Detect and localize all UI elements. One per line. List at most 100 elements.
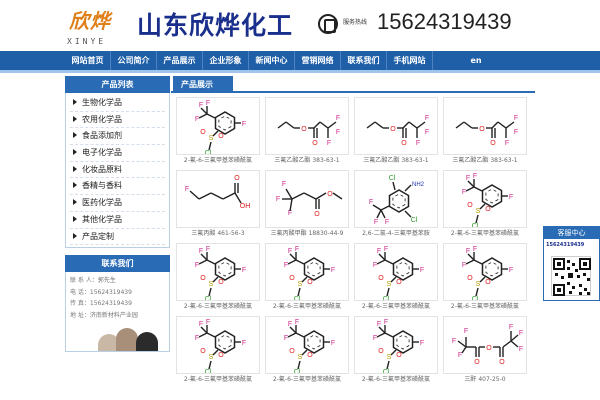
product-thumbnail[interactable]: F F F F S Cl O O — [176, 97, 260, 155]
product-caption[interactable]: 2-氟-6-三氟甲基苯磺酰氯 — [443, 301, 527, 313]
sidebar-category-item[interactable]: 其他化学品 — [70, 212, 165, 229]
product-thumbnail[interactable]: F F F F S Cl O O — [354, 243, 438, 301]
product-card[interactable]: F F F F S Cl O O 2-氟-6-三氟甲基苯磺酰氯 — [176, 97, 260, 167]
product-caption[interactable]: 三氟乙酸乙酯 383-63-1 — [265, 155, 349, 167]
nav-item[interactable]: 营销网络 — [295, 51, 341, 70]
sidebar-category-label: 其他化学品 — [82, 214, 122, 224]
svg-text:F: F — [384, 246, 388, 253]
product-thumbnail[interactable]: F F F F S Cl O O — [176, 316, 260, 374]
svg-text:Cl: Cl — [472, 223, 479, 228]
svg-text:O: O — [485, 206, 491, 213]
svg-text:F: F — [514, 115, 518, 122]
nav-item[interactable]: 联系我们 — [341, 51, 387, 70]
product-card[interactable]: O O F F F 三氟乙酸乙酯 383-63-1 — [265, 97, 349, 167]
product-card[interactable]: F F F F S Cl O O 2-氟-6-三氟甲基苯磺酰氯 — [176, 243, 260, 313]
product-card[interactable]: F F F F S Cl O O 2-氟-6-三氟甲基苯磺酰氯 — [354, 243, 438, 313]
sidebar-category-item[interactable]: 医药化学品 — [70, 195, 165, 212]
sidebar-category-item[interactable]: 香精与香料 — [70, 178, 165, 196]
product-card[interactable]: F F F O O O F F F 三酐 407-25-0 — [443, 316, 527, 386]
svg-text:Cl: Cl — [472, 296, 479, 301]
product-caption[interactable]: 三氟乙酸乙酯 383-63-1 — [354, 155, 438, 167]
product-caption[interactable]: 2-氟-6-三氟甲基苯磺酰氯 — [443, 228, 527, 240]
product-thumbnail[interactable]: F F F F S Cl O O — [443, 243, 527, 301]
product-card[interactable]: F F F F S Cl O O 2-氟-6-三氟甲基苯磺酰氯 — [354, 316, 438, 386]
product-caption[interactable]: 2-氟-6-三氟甲基苯磺酰氯 — [265, 301, 349, 313]
product-caption[interactable]: 2-氟-6-三氟甲基苯磺酰氯 — [354, 374, 438, 386]
product-caption[interactable]: 三酐 407-25-0 — [443, 374, 527, 386]
nav-item[interactable]: 网站首页 — [65, 51, 111, 70]
product-thumbnail[interactable]: F F F F S Cl O O — [176, 243, 260, 301]
product-caption[interactable]: 2-氟-6-三氟甲基苯磺酰氯 — [176, 374, 260, 386]
sidebar-category-item[interactable]: 农用化学品 — [70, 112, 165, 129]
sidebar-category-label: 产品定制 — [82, 231, 114, 241]
svg-text:Cl: Cl — [205, 369, 212, 374]
product-thumbnail[interactable]: OOFFF — [354, 97, 438, 155]
product-thumbnail[interactable]: FFFOOOFFF — [443, 316, 527, 374]
product-caption[interactable]: 2-氟-6-三氟甲基苯磺酰氯 — [354, 301, 438, 313]
product-card[interactable]: F F F F S Cl O O 2-氟-6-三氟甲基苯磺酰氯 — [443, 243, 527, 313]
product-thumbnail[interactable]: F F F F S Cl O O — [265, 243, 349, 301]
sidebar-category-item[interactable]: 食品添加剂 — [70, 128, 165, 146]
customer-service-float[interactable]: 客服中心 15624319439 — [543, 226, 600, 301]
product-card[interactable]: F F F F S Cl O O 2-氟-6-三氟甲基苯磺酰氯 — [265, 243, 349, 313]
product-card[interactable]: F F F F S Cl O O 2-氟-6-三氟甲基苯磺酰氯 — [176, 316, 260, 386]
product-caption[interactable]: 2,6-二氯-4-三氟甲基苯胺 — [354, 228, 438, 240]
svg-text:F: F — [373, 335, 377, 342]
product-thumbnail[interactable]: F F F O O — [265, 170, 349, 228]
product-card[interactable]: F F F O O 三氟丙酸甲酯 18830-44-9 — [265, 170, 349, 240]
product-caption[interactable]: 三氟丙酸甲酯 18830-44-9 — [265, 228, 349, 240]
product-thumbnail[interactable]: F F F F S Cl O O — [354, 316, 438, 374]
language-switch-link[interactable]: en — [453, 51, 499, 70]
product-thumbnail[interactable]: F O OH — [176, 170, 260, 228]
svg-text:F: F — [473, 246, 477, 253]
product-card[interactable]: O O F F F 三氟乙酸乙酯 383-63-1 — [443, 97, 527, 167]
sidebar-category-item[interactable]: 化妆品原料 — [70, 162, 165, 179]
svg-text:O: O — [218, 352, 224, 359]
product-caption[interactable]: 2-氟-6-三氟甲基苯磺酰氯 — [176, 301, 260, 313]
product-thumbnail[interactable]: F F F F S Cl O O — [443, 170, 527, 228]
svg-text:F: F — [242, 267, 246, 274]
product-caption[interactable]: 2-氟-6-三氟甲基苯磺酰氯 — [176, 155, 260, 167]
nav-item[interactable]: 手机网站 — [387, 51, 433, 70]
svg-text:F: F — [195, 262, 199, 269]
nav-item[interactable]: 企业形象 — [203, 51, 249, 70]
svg-text:Cl: Cl — [294, 296, 301, 301]
nav-item[interactable]: 产品展示 — [157, 51, 203, 70]
product-card[interactable]: F O OH 三氟丙酸 461-56-3 — [176, 170, 260, 240]
nav-divider — [0, 70, 600, 73]
nav-items: 网站首页 公司简介 产品展示 企业形象 新闻中心 营销网络 联系我们 手机网站 en — [65, 51, 535, 70]
product-card[interactable]: NH2 Cl Cl F F F 2,6-二氯-4-三氟甲基苯胺 — [354, 170, 438, 240]
product-card[interactable]: F F F F S Cl O O 2-氟-6-三氟甲基苯磺酰氯 — [265, 316, 349, 386]
nav-item[interactable]: 公司简介 — [111, 51, 157, 70]
chemical-structure-image: F O OH — [185, 175, 250, 210]
product-caption[interactable]: 2-氟-6-三氟甲基苯磺酰氯 — [265, 374, 349, 386]
svg-text:F: F — [373, 262, 377, 269]
svg-text:F: F — [199, 248, 203, 255]
svg-text:F: F — [420, 340, 424, 347]
sidebar-category-item[interactable]: 产品定制 — [70, 229, 165, 246]
sidebar-category-item[interactable]: 生物化学品 — [70, 95, 165, 112]
product-thumbnail[interactable]: NH2 Cl Cl F F F — [354, 170, 438, 228]
svg-text:O: O — [218, 133, 224, 140]
product-card[interactable]: O O F F F 三氟乙酸乙酯 383-63-1 — [354, 97, 438, 167]
sidebar-category-label: 化妆品原料 — [82, 164, 122, 174]
svg-text:F: F — [288, 321, 292, 328]
chemical-structure-image: FFFFSClOO — [373, 319, 424, 373]
nav-item[interactable]: 新闻中心 — [249, 51, 295, 70]
svg-text:Cl: Cl — [205, 150, 212, 155]
svg-text:F: F — [284, 262, 288, 269]
svg-text:F: F — [327, 140, 331, 147]
product-card[interactable]: F F F F S Cl O O 2-氟-6-三氟甲基苯磺酰氯 — [443, 170, 527, 240]
product-thumbnail[interactable]: OOFFF — [265, 97, 349, 155]
product-thumbnail[interactable]: OOFFF — [443, 97, 527, 155]
product-caption[interactable]: 三氟丙酸 461-56-3 — [176, 228, 260, 240]
svg-text:Cl: Cl — [411, 217, 418, 224]
svg-text:F: F — [242, 340, 246, 347]
product-thumbnail[interactable]: F F F F S Cl O O — [265, 316, 349, 374]
triangle-bullet-icon — [73, 165, 77, 172]
product-caption[interactable]: 三氟乙酸乙酯 383-63-1 — [443, 155, 527, 167]
logo[interactable]: 欣烨 XINYE — [65, 2, 125, 46]
svg-text:F: F — [199, 321, 203, 328]
sidebar-category-item[interactable]: 电子化学品 — [70, 145, 165, 162]
svg-text:S: S — [476, 281, 481, 288]
